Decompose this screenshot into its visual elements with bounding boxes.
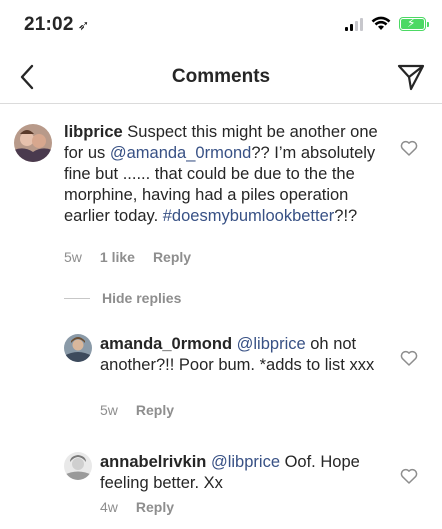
- reply-time: 4w: [100, 499, 118, 515]
- comment-time: 5w: [64, 249, 82, 265]
- reply-mention[interactable]: @libprice: [237, 335, 306, 353]
- avatar[interactable]: [64, 334, 92, 362]
- comment-mention[interactable]: @amanda_0rmond: [110, 144, 252, 162]
- avatar[interactable]: [14, 124, 52, 162]
- reply-button[interactable]: Reply: [153, 249, 191, 265]
- reply-text: amanda_0rmond @libprice oh not another?!…: [100, 334, 378, 376]
- reply-meta: 5w Reply: [100, 402, 174, 418]
- status-bar: 21:02 ➶ ⚡: [0, 0, 442, 50]
- reply-item: amanda_0rmond @libprice oh not another?!…: [0, 326, 442, 426]
- direct-send-icon[interactable]: [396, 62, 426, 92]
- navigation-bar: Comments: [0, 50, 442, 104]
- like-heart-icon[interactable]: [400, 140, 418, 156]
- comment-username[interactable]: libprice: [64, 123, 123, 141]
- reply-time: 5w: [100, 402, 118, 418]
- cellular-signal-icon: [345, 17, 363, 31]
- reply-text: annabelrivkin @libprice Oof. Hope feelin…: [100, 452, 378, 494]
- status-time: 21:02 ➶: [24, 14, 90, 36]
- reply-username[interactable]: annabelrivkin: [100, 453, 206, 471]
- avatar[interactable]: [64, 452, 92, 480]
- reply-username[interactable]: amanda_0rmond: [100, 335, 232, 353]
- location-arrow-icon: ➶: [77, 17, 90, 33]
- status-icons: ⚡: [345, 16, 429, 31]
- comment-text: libprice Suspect this might be another o…: [64, 122, 380, 227]
- reply-item: annabelrivkin @libprice Oof. Hope feelin…: [0, 444, 442, 529]
- reply-mention[interactable]: @libprice: [211, 453, 280, 471]
- page-title: Comments: [171, 66, 271, 87]
- status-time-text: 21:02: [24, 14, 74, 35]
- comment-likes-link[interactable]: 1 like: [100, 249, 135, 265]
- hide-replies-button[interactable]: Hide replies: [64, 290, 181, 306]
- comment-body-part: ?!?: [334, 207, 358, 225]
- like-heart-icon[interactable]: [400, 468, 418, 484]
- reply-button[interactable]: Reply: [136, 499, 174, 515]
- reply-button[interactable]: Reply: [136, 402, 174, 418]
- hide-replies-divider: [64, 297, 90, 299]
- comment-hashtag[interactable]: #doesmybumlookbetter: [163, 207, 335, 225]
- like-heart-icon[interactable]: [400, 350, 418, 366]
- reply-meta: 4w Reply: [100, 499, 174, 515]
- wifi-icon: [371, 16, 391, 30]
- comment-meta: 5w 1 like Reply: [64, 249, 191, 265]
- battery-charging-icon: ⚡: [399, 16, 429, 31]
- hide-replies-label: Hide replies: [102, 290, 182, 306]
- comment-item: libprice Suspect this might be another o…: [0, 104, 442, 274]
